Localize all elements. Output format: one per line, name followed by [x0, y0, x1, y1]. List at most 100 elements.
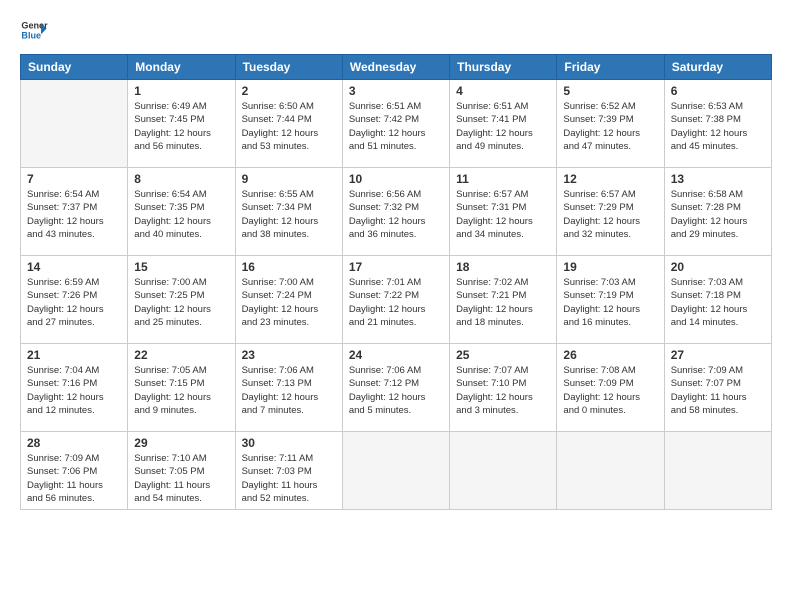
day-cell — [557, 432, 664, 510]
day-info: Sunrise: 7:06 AMSunset: 7:13 PMDaylight:… — [242, 364, 336, 417]
day-cell: 19 Sunrise: 7:03 AMSunset: 7:19 PMDayligh… — [557, 256, 664, 344]
day-cell — [450, 432, 557, 510]
day-cell: 13 Sunrise: 6:58 AMSunset: 7:28 PMDayligh… — [664, 168, 771, 256]
day-info: Sunrise: 6:54 AMSunset: 7:37 PMDaylight:… — [27, 188, 121, 241]
day-info: Sunrise: 7:10 AMSunset: 7:05 PMDaylight:… — [134, 452, 228, 505]
svg-text:Blue: Blue — [21, 30, 41, 40]
day-info: Sunrise: 6:51 AMSunset: 7:41 PMDaylight:… — [456, 100, 550, 153]
day-info: Sunrise: 7:11 AMSunset: 7:03 PMDaylight:… — [242, 452, 336, 505]
week-row-2: 7 Sunrise: 6:54 AMSunset: 7:37 PMDaylight… — [21, 168, 772, 256]
day-info: Sunrise: 6:53 AMSunset: 7:38 PMDaylight:… — [671, 100, 765, 153]
day-cell: 18 Sunrise: 7:02 AMSunset: 7:21 PMDayligh… — [450, 256, 557, 344]
day-number: 16 — [242, 260, 336, 274]
day-number: 11 — [456, 172, 550, 186]
weekday-header-sunday: Sunday — [21, 55, 128, 80]
day-cell: 11Sunrise: 6:57 AMSunset: 7:31 PMDayligh… — [450, 168, 557, 256]
day-number: 21 — [27, 348, 121, 362]
weekday-header-saturday: Saturday — [664, 55, 771, 80]
week-row-3: 14 Sunrise: 6:59 AMSunset: 7:26 PMDayligh… — [21, 256, 772, 344]
day-info: Sunrise: 6:56 AMSunset: 7:32 PMDaylight:… — [349, 188, 443, 241]
day-cell: 2Sunrise: 6:50 AMSunset: 7:44 PMDaylight… — [235, 80, 342, 168]
day-number: 29 — [134, 436, 228, 450]
day-cell — [21, 80, 128, 168]
day-info: Sunrise: 7:06 AMSunset: 7:12 PMDaylight:… — [349, 364, 443, 417]
weekday-header-friday: Friday — [557, 55, 664, 80]
day-cell: 21 Sunrise: 7:04 AMSunset: 7:16 PMDayligh… — [21, 344, 128, 432]
logo: General Blue — [20, 16, 48, 44]
logo-icon: General Blue — [20, 16, 48, 44]
day-number: 9 — [242, 172, 336, 186]
day-number: 24 — [349, 348, 443, 362]
week-row-1: 1 Sunrise: 6:49 AMSunset: 7:45 PMDaylight… — [21, 80, 772, 168]
day-info: Sunrise: 6:58 AMSunset: 7:28 PMDaylight:… — [671, 188, 765, 241]
day-number: 28 — [27, 436, 121, 450]
day-cell: 29 Sunrise: 7:10 AMSunset: 7:05 PMDayligh… — [128, 432, 235, 510]
day-cell: 20Sunrise: 7:03 AMSunset: 7:18 PMDayligh… — [664, 256, 771, 344]
week-row-4: 21 Sunrise: 7:04 AMSunset: 7:16 PMDayligh… — [21, 344, 772, 432]
week-row-5: 28 Sunrise: 7:09 AMSunset: 7:06 PMDayligh… — [21, 432, 772, 510]
day-cell: 3 Sunrise: 6:51 AMSunset: 7:42 PMDaylight… — [342, 80, 449, 168]
day-cell: 15 Sunrise: 7:00 AMSunset: 7:25 PMDayligh… — [128, 256, 235, 344]
day-number: 22 — [134, 348, 228, 362]
day-info: Sunrise: 7:02 AMSunset: 7:21 PMDaylight:… — [456, 276, 550, 329]
day-number: 5 — [563, 84, 657, 98]
day-info: Sunrise: 7:03 AMSunset: 7:18 PMDaylight:… — [671, 276, 765, 329]
day-cell: 4 Sunrise: 6:51 AMSunset: 7:41 PMDaylight… — [450, 80, 557, 168]
day-number: 4 — [456, 84, 550, 98]
day-info: Sunrise: 6:54 AMSunset: 7:35 PMDaylight:… — [134, 188, 228, 241]
day-cell: 7 Sunrise: 6:54 AMSunset: 7:37 PMDaylight… — [21, 168, 128, 256]
day-info: Sunrise: 7:00 AMSunset: 7:24 PMDaylight:… — [242, 276, 336, 329]
day-cell: 25 Sunrise: 7:07 AMSunset: 7:10 PMDayligh… — [450, 344, 557, 432]
day-number: 19 — [563, 260, 657, 274]
day-info: Sunrise: 7:01 AMSunset: 7:22 PMDaylight:… — [349, 276, 443, 329]
day-info: Sunrise: 6:59 AMSunset: 7:26 PMDaylight:… — [27, 276, 121, 329]
day-info: Sunrise: 7:05 AMSunset: 7:15 PMDaylight:… — [134, 364, 228, 417]
day-info: Sunrise: 6:50 AMSunset: 7:44 PMDaylight:… — [242, 100, 336, 153]
day-info: Sunrise: 7:03 AMSunset: 7:19 PMDaylight:… — [563, 276, 657, 329]
day-number: 14 — [27, 260, 121, 274]
day-info: Sunrise: 7:00 AMSunset: 7:25 PMDaylight:… — [134, 276, 228, 329]
day-cell — [664, 432, 771, 510]
day-info: Sunrise: 6:52 AMSunset: 7:39 PMDaylight:… — [563, 100, 657, 153]
page: General Blue SundayMondayTuesdayWednesda… — [0, 0, 792, 612]
day-info: Sunrise: 6:49 AMSunset: 7:45 PMDaylight:… — [134, 100, 228, 153]
day-number: 18 — [456, 260, 550, 274]
day-info: Sunrise: 7:09 AMSunset: 7:06 PMDaylight:… — [27, 452, 121, 505]
day-number: 30 — [242, 436, 336, 450]
day-cell: 1 Sunrise: 6:49 AMSunset: 7:45 PMDaylight… — [128, 80, 235, 168]
day-number: 13 — [671, 172, 765, 186]
day-number: 17 — [349, 260, 443, 274]
weekday-header-monday: Monday — [128, 55, 235, 80]
day-cell: 30 Sunrise: 7:11 AMSunset: 7:03 PMDayligh… — [235, 432, 342, 510]
day-number: 1 — [134, 84, 228, 98]
day-number: 27 — [671, 348, 765, 362]
day-number: 7 — [27, 172, 121, 186]
day-number: 15 — [134, 260, 228, 274]
day-cell: 17 Sunrise: 7:01 AMSunset: 7:22 PMDayligh… — [342, 256, 449, 344]
weekday-header-thursday: Thursday — [450, 55, 557, 80]
day-number: 10 — [349, 172, 443, 186]
day-number: 25 — [456, 348, 550, 362]
day-info: Sunrise: 7:04 AMSunset: 7:16 PMDaylight:… — [27, 364, 121, 417]
day-cell: 5 Sunrise: 6:52 AMSunset: 7:39 PMDaylight… — [557, 80, 664, 168]
day-cell: 28 Sunrise: 7:09 AMSunset: 7:06 PMDayligh… — [21, 432, 128, 510]
day-info: Sunrise: 6:55 AMSunset: 7:34 PMDaylight:… — [242, 188, 336, 241]
day-number: 12 — [563, 172, 657, 186]
day-cell — [342, 432, 449, 510]
day-number: 8 — [134, 172, 228, 186]
day-cell: 10 Sunrise: 6:56 AMSunset: 7:32 PMDayligh… — [342, 168, 449, 256]
day-cell: 9 Sunrise: 6:55 AMSunset: 7:34 PMDaylight… — [235, 168, 342, 256]
day-cell: 26Sunrise: 7:08 AMSunset: 7:09 PMDayligh… — [557, 344, 664, 432]
weekday-header-row: SundayMondayTuesdayWednesdayThursdayFrid… — [21, 55, 772, 80]
day-cell: 23 Sunrise: 7:06 AMSunset: 7:13 PMDayligh… — [235, 344, 342, 432]
day-number: 3 — [349, 84, 443, 98]
day-cell: 24 Sunrise: 7:06 AMSunset: 7:12 PMDayligh… — [342, 344, 449, 432]
weekday-header-wednesday: Wednesday — [342, 55, 449, 80]
day-cell: 22 Sunrise: 7:05 AMSunset: 7:15 PMDayligh… — [128, 344, 235, 432]
header: General Blue — [20, 16, 772, 44]
day-cell: 27Sunrise: 7:09 AMSunset: 7:07 PMDayligh… — [664, 344, 771, 432]
day-info: Sunrise: 7:07 AMSunset: 7:10 PMDaylight:… — [456, 364, 550, 417]
day-info: Sunrise: 6:57 AMSunset: 7:29 PMDaylight:… — [563, 188, 657, 241]
day-number: 23 — [242, 348, 336, 362]
day-info: Sunrise: 6:51 AMSunset: 7:42 PMDaylight:… — [349, 100, 443, 153]
